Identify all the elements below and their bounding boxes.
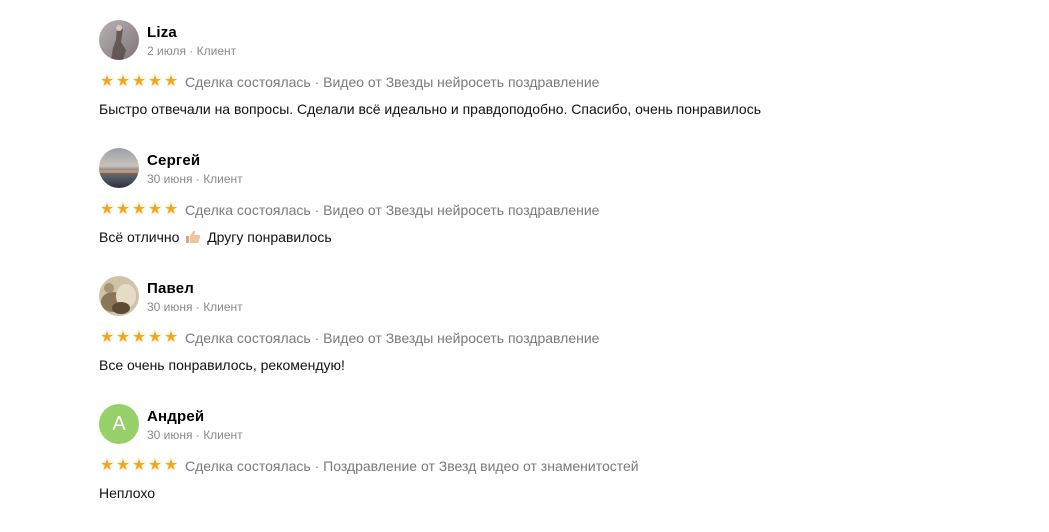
- star-icon: ★: [115, 73, 131, 90]
- review-text: Неплохо: [99, 485, 156, 501]
- meta-separator: ·: [192, 300, 204, 314]
- author-info: Сергей 30 июня · Клиент: [147, 148, 243, 187]
- review-date: 30 июня: [147, 300, 193, 314]
- star-rating: ★ ★ ★ ★ ★: [99, 202, 179, 218]
- meta-separator: ·: [192, 172, 204, 186]
- review-item: А Андрей 30 июня · Клиент ★ ★ ★ ★ ★ Сдел…: [99, 404, 999, 532]
- star-icon: ★: [147, 457, 163, 474]
- review-header: Павел 30 июня · Клиент: [99, 276, 999, 320]
- star-icon: ★: [163, 329, 179, 346]
- author-name[interactable]: Андрей: [147, 408, 243, 426]
- review-item: Liza 2 июля · Клиент ★ ★ ★ ★ ★ Сделка со…: [99, 20, 999, 148]
- review-item: Павел 30 июня · Клиент ★ ★ ★ ★ ★ Сделка …: [99, 276, 999, 404]
- review-text: Все очень понравилось, рекомендую!: [99, 357, 345, 373]
- review-meta: 2 июля · Клиент: [147, 43, 236, 59]
- review-meta: 30 июня · Клиент: [147, 171, 243, 187]
- thumbs-up-icon: [186, 230, 201, 243]
- star-icon: ★: [163, 73, 179, 90]
- author-info: Павел 30 июня · Клиент: [147, 276, 243, 315]
- author-name[interactable]: Павел: [147, 280, 243, 298]
- avatar-photo: [99, 148, 139, 188]
- author-name[interactable]: Liza: [147, 24, 236, 42]
- review-date: 30 июня: [147, 428, 193, 442]
- star-icon: ★: [115, 457, 131, 474]
- star-icon: ★: [131, 457, 147, 474]
- review-text-part: Всё отлично: [99, 229, 180, 245]
- star-icon: ★: [131, 329, 147, 346]
- star-icon: ★: [99, 201, 115, 218]
- star-rating: ★ ★ ★ ★ ★: [99, 330, 179, 346]
- star-icon: ★: [99, 73, 115, 90]
- star-icon: ★: [99, 457, 115, 474]
- star-icon: ★: [115, 201, 131, 218]
- avatar[interactable]: [99, 20, 139, 60]
- star-icon: ★: [147, 329, 163, 346]
- avatar-photo: [99, 20, 139, 60]
- avatar[interactable]: [99, 276, 139, 316]
- author-role: Клиент: [203, 428, 243, 442]
- star-icon: ★: [147, 201, 163, 218]
- review-meta: 30 июня · Клиент: [147, 299, 243, 315]
- star-icon: ★: [163, 457, 179, 474]
- rating-row: ★ ★ ★ ★ ★ Сделка состоялась · Видео от З…: [99, 72, 999, 92]
- star-icon: ★: [99, 329, 115, 346]
- deal-status: Сделка состоялась · Видео от Звезды нейр…: [185, 202, 600, 218]
- meta-separator: ·: [185, 44, 197, 58]
- author-info: Liza 2 июля · Клиент: [147, 20, 236, 59]
- star-rating: ★ ★ ★ ★ ★: [99, 74, 179, 90]
- author-role: Клиент: [196, 44, 237, 58]
- review-date: 2 июля: [147, 44, 186, 58]
- author-name[interactable]: Сергей: [147, 152, 243, 170]
- star-icon: ★: [163, 201, 179, 218]
- star-icon: ★: [147, 73, 163, 90]
- avatar-photo: [99, 276, 139, 316]
- avatar[interactable]: [99, 148, 139, 188]
- meta-separator: ·: [192, 428, 204, 442]
- avatar[interactable]: А: [99, 404, 139, 444]
- review-header: А Андрей 30 июня · Клиент: [99, 404, 999, 448]
- author-role: Клиент: [203, 172, 243, 186]
- rating-row: ★ ★ ★ ★ ★ Сделка состоялась · Поздравлен…: [99, 456, 999, 476]
- review-date: 30 июня: [147, 172, 193, 186]
- author-role: Клиент: [203, 300, 243, 314]
- review-item: Сергей 30 июня · Клиент ★ ★ ★ ★ ★ Сделка…: [99, 148, 999, 276]
- deal-status: Сделка состоялась · Видео от Звезды нейр…: [185, 330, 600, 346]
- review-text: Всё отлично Другу понравилось: [99, 227, 999, 247]
- review-text-part: Другу понравилось: [207, 229, 332, 245]
- reviews-list: Liza 2 июля · Клиент ★ ★ ★ ★ ★ Сделка со…: [99, 20, 999, 532]
- author-info: Андрей 30 июня · Клиент: [147, 404, 243, 443]
- rating-row: ★ ★ ★ ★ ★ Сделка состоялась · Видео от З…: [99, 200, 999, 220]
- star-icon: ★: [131, 73, 147, 90]
- star-icon: ★: [115, 329, 131, 346]
- deal-status: Сделка состоялась · Видео от Звезды нейр…: [185, 74, 600, 90]
- star-icon: ★: [131, 201, 147, 218]
- star-rating: ★ ★ ★ ★ ★: [99, 458, 179, 474]
- review-meta: 30 июня · Клиент: [147, 427, 243, 443]
- review-header: Сергей 30 июня · Клиент: [99, 148, 999, 192]
- review-text: Быстро отвечали на вопросы. Сделали всё …: [99, 101, 761, 117]
- deal-status: Сделка состоялась · Поздравление от Звез…: [185, 458, 639, 474]
- review-header: Liza 2 июля · Клиент: [99, 20, 999, 64]
- rating-row: ★ ★ ★ ★ ★ Сделка состоялась · Видео от З…: [99, 328, 999, 348]
